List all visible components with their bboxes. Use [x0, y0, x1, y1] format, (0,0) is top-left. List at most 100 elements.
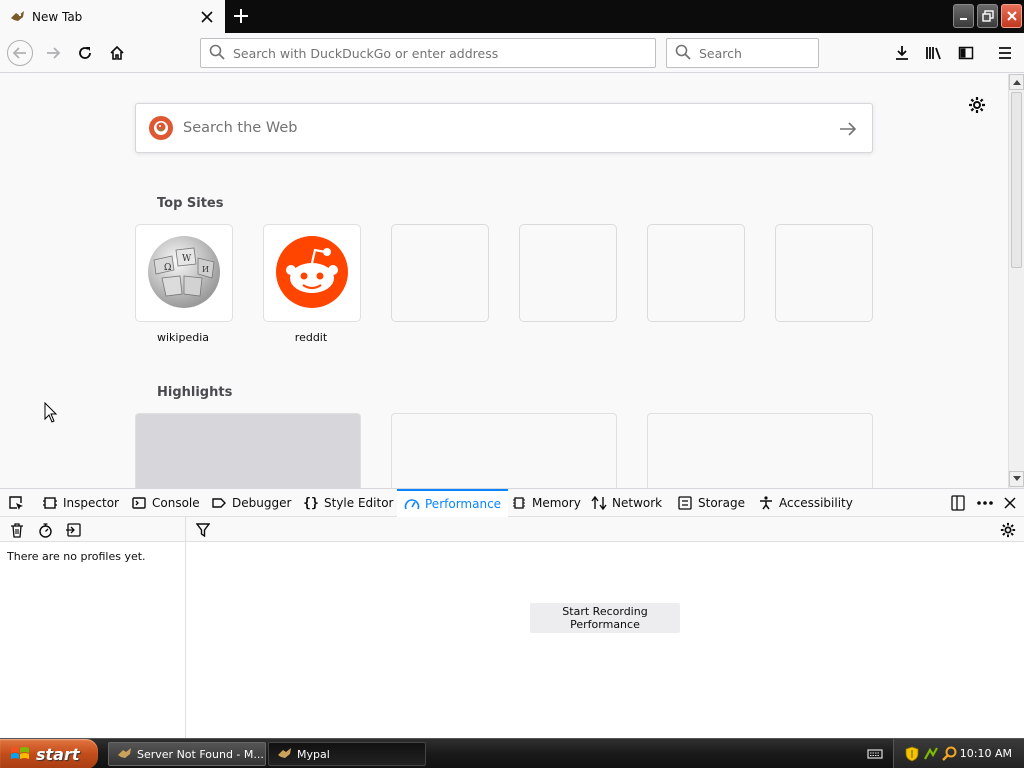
top-site-empty	[392, 225, 488, 321]
tab-console[interactable]: Console	[131, 489, 200, 517]
highlight-card[interactable]	[136, 414, 360, 488]
task-label: Mypal	[297, 747, 330, 761]
tab-label: Debugger	[232, 496, 292, 510]
accessibility-icon	[758, 495, 774, 511]
scroll-down-arrow-icon[interactable]	[1009, 471, 1024, 487]
sidebar-button[interactable]	[954, 41, 978, 65]
home-button[interactable]	[105, 41, 129, 65]
address-bar[interactable]	[200, 38, 656, 68]
tab-strip: New Tab	[0, 0, 1024, 33]
top-site-empty	[776, 225, 872, 321]
search-input[interactable]	[699, 45, 809, 61]
forward-button[interactable]	[41, 41, 65, 65]
highlights-heading: Highlights	[157, 385, 233, 400]
start-recording-button[interactable]: Start Recording Performance	[530, 603, 680, 633]
downloads-button[interactable]	[890, 41, 914, 65]
svg-text:W: W	[182, 254, 192, 264]
top-sites-heading: Top Sites	[157, 196, 224, 211]
top-site-wikipedia[interactable]: Ω W И	[136, 225, 232, 321]
library-button[interactable]	[922, 41, 946, 65]
arrow-right-icon[interactable]	[838, 119, 858, 139]
start-button[interactable]: start	[0, 739, 98, 768]
top-site-label: reddit	[294, 331, 328, 344]
devtools-panel: Inspector Console Debugger {} Style Edit…	[0, 488, 1024, 739]
tab-accessibility[interactable]: Accessibility	[758, 489, 853, 517]
mypal-favicon-icon	[10, 9, 26, 25]
keyboard-icon[interactable]	[866, 746, 884, 762]
tab-style-editor[interactable]: {} Style Editor	[303, 489, 393, 517]
tab-new-tab[interactable]: New Tab	[0, 0, 225, 33]
scroll-up-arrow-icon[interactable]	[1009, 74, 1024, 90]
windows-logo-icon	[10, 744, 30, 764]
window-close-button[interactable]	[1001, 4, 1022, 28]
new-tab-button[interactable]	[231, 6, 251, 26]
gear-icon[interactable]	[967, 95, 987, 115]
tab-label: Performance	[425, 497, 502, 511]
svg-text:И: И	[202, 265, 209, 274]
page-scrollbar[interactable]	[1008, 74, 1024, 488]
reload-button[interactable]	[73, 41, 97, 65]
shield-icon[interactable]	[904, 746, 920, 762]
mypal-app-icon	[277, 746, 293, 762]
search-icon	[209, 44, 225, 63]
reddit-logo-icon	[276, 235, 348, 311]
tab-performance[interactable]: Performance	[397, 489, 509, 517]
tab-network[interactable]: Network	[591, 489, 662, 517]
mouse-pointer-icon	[44, 402, 58, 423]
storage-icon	[677, 495, 693, 511]
gear-icon[interactable]	[999, 521, 1017, 539]
more-options-icon[interactable]	[975, 495, 995, 511]
taskbar-item-mypal[interactable]: Mypal	[268, 742, 426, 766]
top-site-empty	[520, 225, 616, 321]
devtools-tab-bar: Inspector Console Debugger {} Style Edit…	[0, 489, 1024, 517]
dock-side-icon[interactable]	[949, 495, 967, 511]
network-icon	[591, 495, 607, 511]
empty-profiles-message: There are no profiles yet.	[7, 550, 146, 563]
window-restore-button[interactable]	[977, 4, 998, 28]
memory-icon	[511, 495, 527, 511]
search-bar[interactable]	[666, 38, 819, 68]
duckduckgo-logo-icon	[149, 116, 173, 140]
window-minimize-button[interactable]	[953, 4, 974, 28]
mypal-app-icon	[117, 746, 133, 762]
tab-label: Network	[612, 496, 663, 510]
back-button[interactable]	[7, 40, 33, 66]
address-input[interactable]	[233, 45, 633, 61]
tab-label: Console	[152, 496, 200, 510]
taskbar-item-server-not-found[interactable]: Server Not Found - M...	[108, 742, 266, 766]
highlight-card[interactable]	[648, 414, 872, 488]
top-site-reddit[interactable]	[264, 225, 360, 321]
highlight-card[interactable]	[392, 414, 616, 488]
search-tray-icon[interactable]	[942, 746, 958, 762]
navigation-toolbar	[0, 33, 1024, 73]
filter-icon[interactable]	[194, 521, 212, 539]
tab-memory[interactable]: Memory	[511, 489, 581, 517]
close-icon[interactable]	[1002, 495, 1018, 511]
element-picker-icon[interactable]	[6, 494, 26, 512]
console-icon	[131, 495, 147, 511]
scrollbar-thumb[interactable]	[1011, 92, 1022, 268]
tab-label: Memory	[532, 496, 581, 510]
task-label: Server Not Found - M...	[137, 747, 264, 761]
tab-label: Storage	[698, 496, 745, 510]
top-site-label: wikipedia	[156, 331, 209, 344]
tab-inspector[interactable]: Inspector	[42, 489, 119, 517]
tab-close-icon[interactable]	[199, 9, 215, 25]
inspector-icon	[42, 495, 58, 511]
debugger-icon	[211, 495, 227, 511]
web-search-box[interactable]	[135, 103, 873, 153]
tab-storage[interactable]: Storage	[677, 489, 745, 517]
top-site-empty	[648, 225, 744, 321]
web-search-input[interactable]	[183, 120, 823, 136]
wikipedia-logo-icon: Ω W И	[142, 230, 226, 317]
tab-debugger[interactable]: Debugger	[211, 489, 291, 517]
tab-title: New Tab	[32, 9, 83, 24]
new-tab-page: Top Sites Ω W И wikipedia	[0, 74, 1008, 488]
svg-text:Ω: Ω	[164, 263, 171, 273]
tab-label: Accessibility	[779, 496, 853, 510]
network-status-icon[interactable]	[923, 746, 939, 762]
hamburger-menu-icon[interactable]	[993, 41, 1017, 65]
windows-taskbar: start Server Not Found - M... Mypal 10:1…	[0, 738, 1024, 768]
system-tray: 10:10 AM	[893, 739, 1024, 768]
search-icon	[675, 44, 691, 63]
